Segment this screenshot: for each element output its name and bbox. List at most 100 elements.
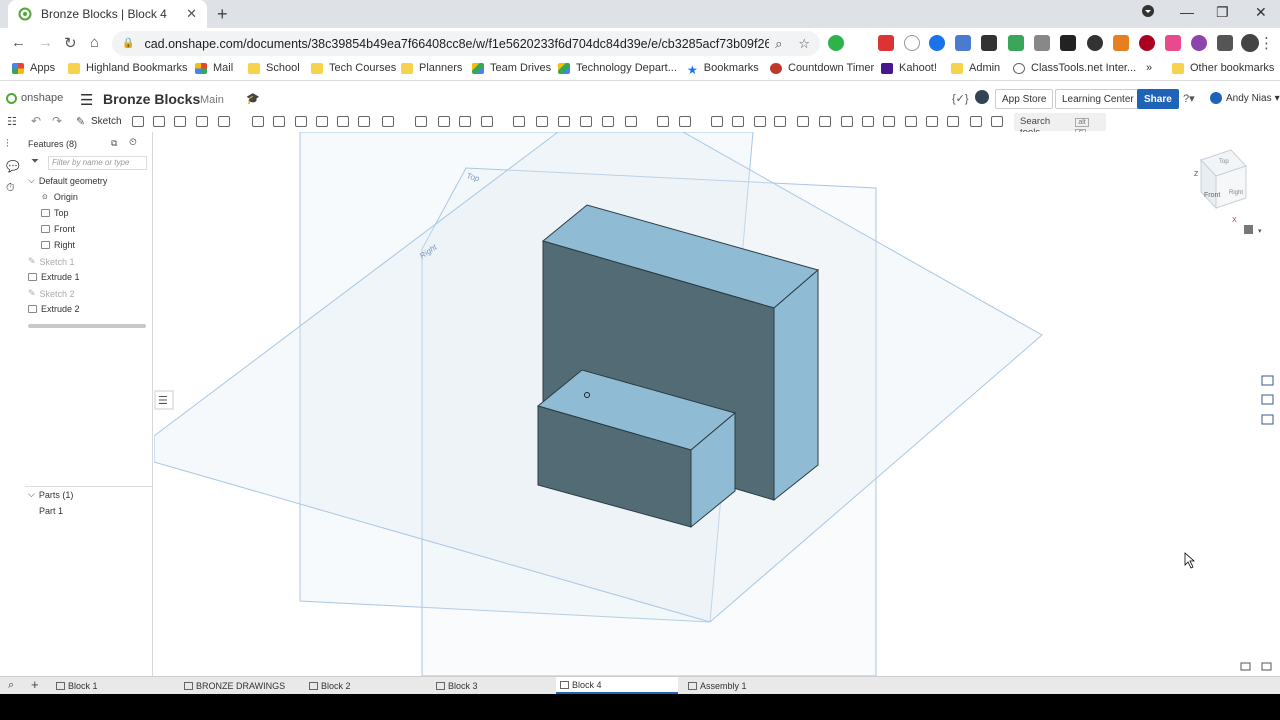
toolbar-tool-icon[interactable] <box>947 116 959 127</box>
graphics-viewport[interactable]: Top Right Top Front Right Z X ▾ ☰ <box>154 132 1280 676</box>
parts-group[interactable]: ⌵ Parts (1) <box>28 489 73 500</box>
toolbar-tool-icon[interactable] <box>558 116 570 127</box>
tab-block-4[interactable]: Block 4 <box>556 677 678 694</box>
tab-bronze-drawings[interactable]: BRONZE DRAWINGS <box>180 677 302 694</box>
graduation-cap-icon[interactable]: 🎓 <box>246 92 260 105</box>
toolbar-tool-icon[interactable] <box>774 116 786 127</box>
sketch-button[interactable]: Sketch <box>91 116 122 127</box>
toolbar-tool-icon[interactable] <box>382 116 394 127</box>
maximize-icon[interactable]: ❐ <box>1216 4 1229 21</box>
learning-center-button[interactable]: Learning Center <box>1055 89 1141 109</box>
undo-icon[interactable]: ↶ <box>31 114 41 128</box>
share-button[interactable]: Share <box>1137 89 1179 109</box>
feature-extrude-1[interactable]: Extrude 1 <box>28 272 80 282</box>
toolbar-tool-icon[interactable] <box>252 116 264 127</box>
extension-purple-icon[interactable] <box>1191 35 1207 51</box>
reload-icon[interactable]: ↻ <box>64 34 77 52</box>
feature-plane-front[interactable]: Front <box>41 224 75 234</box>
gmail-extension-icon[interactable] <box>878 35 894 51</box>
bookmark-planners[interactable]: Planners <box>401 62 462 74</box>
extension-person-icon[interactable] <box>1087 35 1103 51</box>
toolbar-tool-icon[interactable] <box>358 116 370 127</box>
tab-block-3[interactable]: Block 3 <box>432 677 554 694</box>
profile-dropdown-icon[interactable] <box>1142 4 1154 20</box>
toolbar-tool-icon[interactable] <box>926 116 938 127</box>
toolbar-tool-icon[interactable] <box>883 116 895 127</box>
properties-panel-icon[interactable] <box>1261 414 1274 425</box>
extension-dark-icon[interactable] <box>981 35 997 51</box>
toolbar-tool-icon[interactable] <box>819 116 831 127</box>
toolbar-tool-icon[interactable] <box>481 116 493 127</box>
extension-timer-icon[interactable] <box>1060 35 1076 51</box>
toolbar-tool-icon[interactable] <box>415 116 427 127</box>
feature-filter-input[interactable]: Filter by name or type <box>48 156 147 170</box>
new-tab-button[interactable]: + <box>217 4 228 25</box>
feature-origin[interactable]: ⊙ Origin <box>42 192 78 202</box>
large-block-side-face[interactable] <box>773 268 819 502</box>
chevron-down-icon[interactable]: ▾ <box>1258 228 1262 235</box>
rollback-clock-icon[interactable]: ⏲ <box>129 137 137 148</box>
extension-orange-icon[interactable] <box>1113 35 1129 51</box>
browser-tab[interactable]: Bronze Blocks | Block 4 ✕ <box>8 0 207 28</box>
toolbar-tool-icon[interactable] <box>679 116 691 127</box>
browser-menu-icon[interactable]: ⋮ <box>1259 34 1274 52</box>
help-extension-icon[interactable] <box>904 35 920 51</box>
bookmark-classtools[interactable]: ClassTools.net Inter... <box>1013 62 1136 74</box>
toolbar-tool-icon[interactable] <box>337 116 349 127</box>
close-window-icon[interactable]: ✕ <box>1255 4 1267 21</box>
close-tab-icon[interactable]: ✕ <box>186 6 197 22</box>
comments-icon[interactable]: 💬 <box>6 160 20 173</box>
extension-pink-icon[interactable] <box>1165 35 1181 51</box>
back-icon[interactable]: ← <box>11 34 26 51</box>
extension-red-icon[interactable] <box>1139 35 1155 51</box>
redo-icon[interactable]: ↷ <box>52 114 62 128</box>
toolbar-tool-icon[interactable] <box>625 116 637 127</box>
bookmark-countdown-timer[interactable]: Countdown Timer <box>770 62 874 74</box>
extensions-puzzle-icon[interactable] <box>1217 35 1233 51</box>
view-cube[interactable]: Top Front Right Z X <box>1194 149 1247 224</box>
feature-sketch-2[interactable]: ✎ Sketch 2 <box>28 288 75 299</box>
appearance-panel-icon[interactable] <box>1261 375 1274 386</box>
bookmark-kahoot[interactable]: Kahoot! <box>881 62 937 74</box>
toolbar-tool-icon[interactable] <box>711 116 723 127</box>
toolbar-tool-icon[interactable] <box>513 116 525 127</box>
feature-list-toggle-icon[interactable]: ☷ <box>7 115 17 128</box>
extension-blue-icon[interactable] <box>929 35 945 51</box>
tab-block-2[interactable]: Block 2 <box>305 677 427 694</box>
bookmark-mail[interactable]: Mail <box>195 62 233 74</box>
toolbar-tool-icon[interactable] <box>153 116 165 127</box>
minimize-icon[interactable]: — <box>1180 4 1194 20</box>
bookmark-other[interactable]: Other bookmarks <box>1172 62 1274 74</box>
notifications-icon[interactable] <box>975 90 989 104</box>
toolbar-tool-icon[interactable] <box>657 116 669 127</box>
bookmark-apps[interactable]: Apps <box>12 62 55 74</box>
tab-manager-icon[interactable] <box>1261 662 1272 671</box>
toolbar-tool-icon[interactable] <box>174 116 186 127</box>
features-tree-icon[interactable]: ⫶ <box>6 138 9 151</box>
extension-u-icon[interactable] <box>1034 35 1050 51</box>
extension-green-square-icon[interactable] <box>1008 35 1024 51</box>
home-icon[interactable]: ⌂ <box>90 34 99 51</box>
add-folder-icon[interactable]: ⧉ <box>111 138 117 149</box>
toolbar-tool-icon[interactable] <box>797 116 809 127</box>
insert-tab-plus-icon[interactable]: + <box>31 677 39 692</box>
zoom-icon[interactable]: ⌕ <box>775 36 782 52</box>
feature-plane-right[interactable]: Right <box>41 240 75 250</box>
toolbar-tool-icon[interactable] <box>970 116 982 127</box>
rollback-bar[interactable] <box>28 324 146 328</box>
menu-hamburger-icon[interactable]: ☰ <box>80 91 93 109</box>
feature-sketch-1[interactable]: ✎ Sketch 1 <box>28 256 75 267</box>
bookmark-admin[interactable]: Admin <box>951 62 1000 74</box>
toolbar-tool-icon[interactable] <box>316 116 328 127</box>
bookmark-bookmarks[interactable]: ★ Bookmarks <box>687 62 759 77</box>
document-title[interactable]: Bronze Blocks <box>103 91 200 107</box>
fullscreen-icon[interactable] <box>1240 662 1251 671</box>
toolbar-tool-icon[interactable] <box>991 116 1003 127</box>
bookmark-technology-depart[interactable]: Technology Depart... <box>558 62 677 74</box>
default-geometry-group[interactable]: ⌵ Default geometry <box>28 175 107 186</box>
branch-label[interactable]: Main <box>200 94 224 106</box>
search-tools-input[interactable]: Search tools... alt C <box>1014 113 1106 138</box>
bookmark-school[interactable]: School <box>248 62 300 74</box>
feature-extrude-2[interactable]: Extrude 2 <box>28 304 80 314</box>
profile-avatar-icon[interactable] <box>1241 34 1259 52</box>
